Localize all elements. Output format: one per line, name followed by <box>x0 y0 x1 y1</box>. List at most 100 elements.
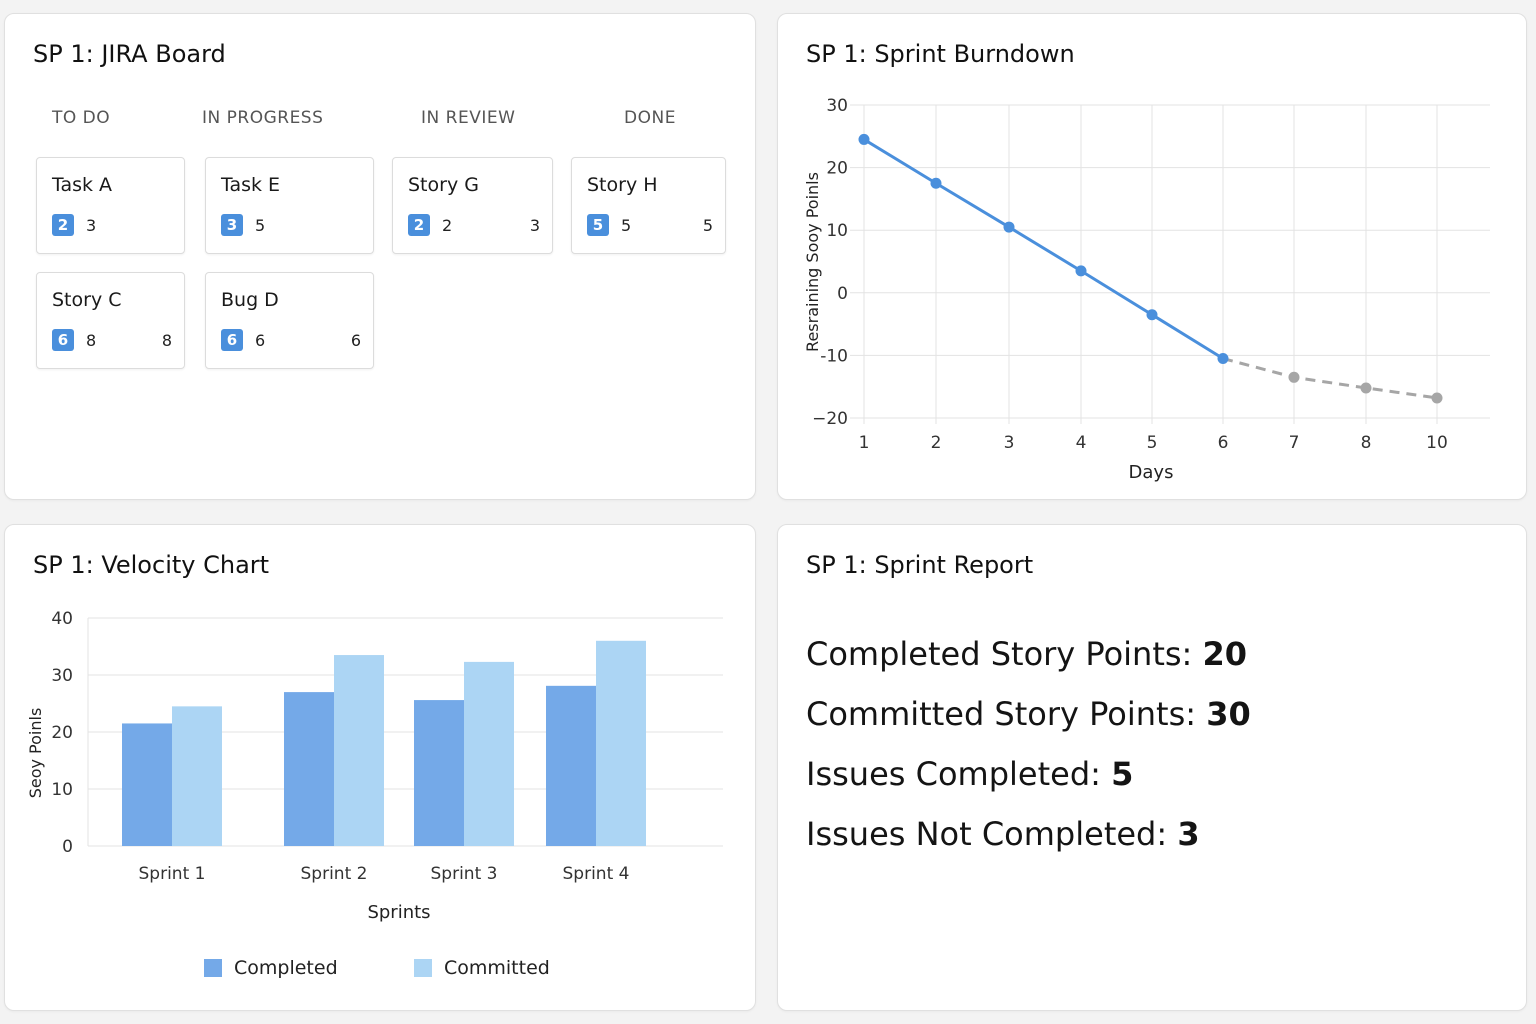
sprint-burndown-panel: SP 1: Sprint Burndown 30 20 10 0 -10 −20 1 2 3 4 5… <box>777 13 1527 500</box>
story-points-badge: 2 <box>408 214 430 236</box>
board-title: SP 1: JIRA Board <box>33 40 226 68</box>
issue-card-points: 5 <box>621 216 632 235</box>
issue-card-points: 6 <box>255 331 266 350</box>
x-tick-label: 10 <box>1426 433 1448 453</box>
x-tick-label: Sprint 4 <box>563 864 630 884</box>
x-tick-label: Sprint 3 <box>431 864 498 884</box>
x-tick-label: 5 <box>1147 433 1158 453</box>
stat-label: Issues Completed: <box>806 755 1112 793</box>
issue-card[interactable]: Story H 5 5 5 <box>571 157 726 254</box>
story-points-badge: 2 <box>52 214 74 236</box>
x-tick-label: 3 <box>1004 433 1015 453</box>
issue-card[interactable]: Story C 6 8 8 <box>36 272 185 369</box>
issues-completed: Issues Completed: 5 <box>806 755 1133 793</box>
x-tick-label: Sprint 2 <box>301 864 368 884</box>
y-tick-label: 10 <box>51 780 73 800</box>
legend-label: Completed <box>234 957 338 979</box>
issues-not-completed: Issues Not Completed: 3 <box>806 815 1200 853</box>
bar-completed <box>546 685 596 846</box>
velocity-chart-panel: SP 1: Velocity Chart 40 30 20 10 0 Sprint 1 Sp… <box>4 524 756 1011</box>
stat-value: 20 <box>1202 635 1248 673</box>
data-point <box>858 133 870 145</box>
data-point <box>1217 353 1229 365</box>
data-point <box>1431 392 1443 404</box>
burndown-chart: 30 20 10 0 -10 −20 1 2 3 4 5 6 7 8 10 Days Resraining So… <box>803 96 1490 483</box>
x-tick-label: 2 <box>931 433 942 453</box>
stat-value: 30 <box>1206 695 1251 733</box>
y-tick-label: 0 <box>62 837 73 857</box>
issue-card-points: 2 <box>442 216 453 235</box>
y-tick-label: 20 <box>51 723 73 743</box>
issue-card-points: 8 <box>86 331 97 350</box>
story-points-badge: 3 <box>221 214 243 236</box>
column-header-done: DONE <box>624 108 676 128</box>
issue-card-title: Task A <box>52 174 113 196</box>
issue-card-estimate: 6 <box>350 331 361 350</box>
committed-story-points: Committed Story Points: 30 <box>806 695 1251 733</box>
legend-swatch <box>204 959 222 977</box>
x-tick-label: Sprint 1 <box>139 864 206 884</box>
legend-swatch <box>414 959 432 977</box>
y-tick-label: 30 <box>826 96 848 116</box>
issue-card-title: Bug D <box>221 289 279 311</box>
data-point <box>1146 309 1158 321</box>
issue-card-title: Story H <box>587 174 658 196</box>
y-axis-label: Seoy Poinls <box>26 708 45 799</box>
issue-card-estimate: 3 <box>529 216 540 235</box>
y-tick-label: 20 <box>826 159 848 179</box>
sprint-report-panel: SP 1: Sprint Report Completed Story Poin… <box>777 524 1527 1011</box>
stat-label: Committed Story Points: <box>806 695 1207 733</box>
x-tick-label: 8 <box>1361 433 1372 453</box>
issue-card-title: Story G <box>408 174 479 196</box>
data-point <box>930 177 942 189</box>
x-tick-label: 4 <box>1076 433 1087 453</box>
y-tick-label: 10 <box>826 221 848 241</box>
y-tick-label: 30 <box>51 666 73 686</box>
issue-card-estimate: 8 <box>161 331 172 350</box>
bar-committed <box>464 661 514 846</box>
velocity-chart: 40 30 20 10 0 Sprint 1 Sprint 2 Sprint 3 Sprint … <box>26 609 723 979</box>
jira-board-panel: SP 1: JIRA Board TO DO IN PROGRESS IN RE… <box>4 13 756 500</box>
bar-committed <box>172 706 222 846</box>
completed-story-points: Completed Story Points: 20 <box>806 635 1247 673</box>
issue-card-title: Story C <box>52 289 122 311</box>
y-tick-label: 40 <box>51 609 73 629</box>
story-points-badge: 6 <box>52 329 74 351</box>
stat-label: Completed Story Points: <box>806 635 1203 673</box>
column-header-in-review: IN REVIEW <box>421 108 516 128</box>
issue-card-estimate: 5 <box>702 216 713 235</box>
story-points-badge: 5 <box>587 214 609 236</box>
data-point <box>1288 371 1300 383</box>
x-axis-label: Days <box>1129 462 1174 483</box>
story-points-badge: 6 <box>221 329 243 351</box>
issue-card[interactable]: Task A 2 3 <box>36 157 185 254</box>
x-tick-label: 1 <box>859 433 870 453</box>
column-header-in-progress: IN PROGRESS <box>202 108 324 128</box>
issue-card-title: Task E <box>221 174 281 196</box>
stat-label: Issues Not Completed: <box>806 815 1178 853</box>
stat-value: 3 <box>1177 815 1200 853</box>
issue-card[interactable]: Story G 2 2 3 <box>392 157 553 254</box>
burndown-line <box>863 138 1224 360</box>
data-point <box>1003 221 1015 233</box>
x-tick-label: 6 <box>1218 433 1229 453</box>
data-point <box>1360 382 1372 394</box>
stat-value: 5 <box>1111 755 1134 793</box>
projected-line <box>1222 357 1438 400</box>
x-tick-label: 7 <box>1289 433 1300 453</box>
data-point <box>1075 265 1087 277</box>
bar-committed <box>596 640 646 846</box>
bar-completed <box>122 723 172 846</box>
y-tick-label: −20 <box>812 409 848 429</box>
issue-card-points: 3 <box>86 216 97 235</box>
bar-completed <box>414 700 464 846</box>
bar-completed <box>284 692 334 846</box>
legend-label: Committed <box>444 957 550 979</box>
y-tick-label: -10 <box>820 346 848 366</box>
y-axis-label: Resraining Sooy Poinls <box>803 172 822 352</box>
x-axis-label: Sprints <box>367 902 430 923</box>
issue-card[interactable]: Task E 3 5 <box>205 157 374 254</box>
issue-card[interactable]: Bug D 6 6 6 <box>205 272 374 369</box>
column-header-todo: TO DO <box>52 108 111 128</box>
y-tick-label: 0 <box>837 284 848 304</box>
